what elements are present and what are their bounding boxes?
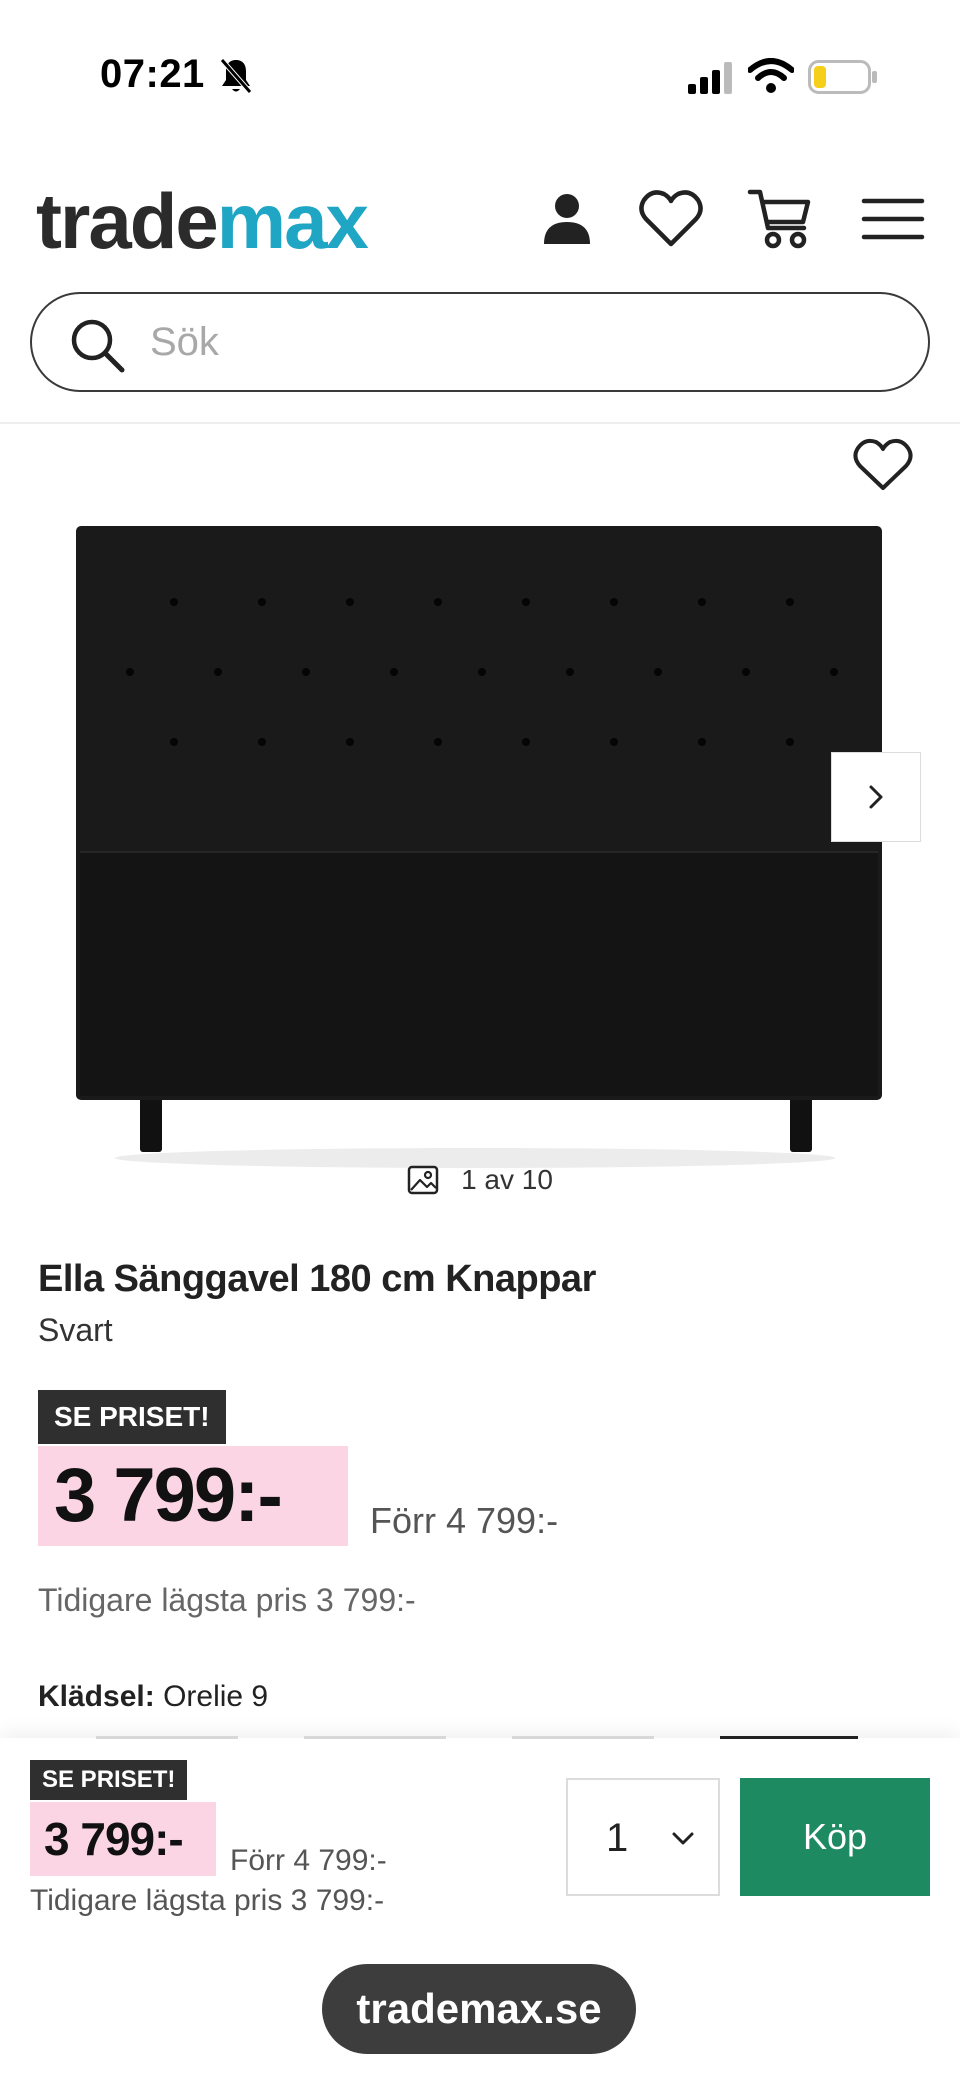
buy-bar-price: 3 799:- (30, 1802, 216, 1876)
buy-bar-price-badge: SE PRISET! (30, 1760, 188, 1800)
logo-text-trade: trade (36, 177, 219, 265)
user-icon[interactable] (532, 184, 602, 254)
product-title: Ella Sänggavel 180 cm Knappar (38, 1258, 596, 1300)
logo-text-max: max (216, 177, 369, 265)
site-header: trademax (0, 140, 960, 424)
sticky-buy-bar: SE PRISET! 3 799:- Förr 4 799:- Tidigare… (0, 1736, 960, 2087)
price-before: Förr 4 799:- (370, 1500, 559, 1541)
lowest-price-note: Tidigare lägsta pris 3 799:- (38, 1582, 416, 1618)
gallery-next-button[interactable] (831, 752, 921, 842)
upholstery-swatch-selected[interactable] (720, 1736, 858, 1739)
chevron-right-icon (869, 785, 883, 809)
image-counter[interactable]: 1 av 10 (0, 1164, 960, 1196)
menu-icon[interactable] (858, 184, 928, 254)
upholstery-swatch[interactable] (96, 1736, 238, 1739)
wifi-icon (748, 58, 794, 93)
upholstery-value: Orelie 9 (163, 1680, 269, 1713)
chevron-down-icon (672, 1832, 694, 1845)
search-icon[interactable] (68, 316, 126, 374)
buy-button[interactable]: Köp (740, 1778, 930, 1896)
upholstery-selector-label: Klädsel: Orelie 9 (38, 1680, 268, 1714)
heart-icon[interactable] (636, 184, 706, 254)
product-gallery: 1 av 10 (0, 426, 960, 1195)
wishlist-heart-icon[interactable] (852, 436, 914, 492)
quantity-value: 1 (606, 1816, 629, 1860)
browser-url-pill[interactable]: trademax.se (322, 1964, 636, 2054)
cart-icon[interactable] (746, 184, 816, 254)
battery-icon (808, 60, 877, 94)
buy-bar-price-before: Förr 4 799:- (230, 1844, 387, 1877)
image-counter-text: 1 av 10 (461, 1164, 553, 1195)
signal-icon (688, 62, 732, 94)
buy-bar-lowest-price: Tidigare lägsta pris 3 799:- (30, 1884, 385, 1917)
quantity-select[interactable]: 1 (566, 1778, 720, 1896)
upholstery-swatch[interactable] (512, 1736, 654, 1739)
product-price: 3 799:- (38, 1446, 348, 1546)
search-bar[interactable] (30, 292, 930, 392)
trademax-logo[interactable]: trademax (36, 182, 369, 260)
bell-slash-icon (220, 58, 252, 94)
upholstery-swatch[interactable] (304, 1736, 446, 1739)
search-input[interactable] (150, 312, 850, 372)
upholstery-label: Klädsel: (38, 1680, 155, 1713)
product-variant: Svart (38, 1312, 113, 1348)
price-badge: SE PRISET! (38, 1390, 226, 1444)
status-time: 07:21 (100, 52, 205, 96)
image-icon (407, 1165, 439, 1195)
status-bar: 07:21 (0, 0, 960, 140)
product-image-headboard[interactable] (60, 522, 890, 1172)
